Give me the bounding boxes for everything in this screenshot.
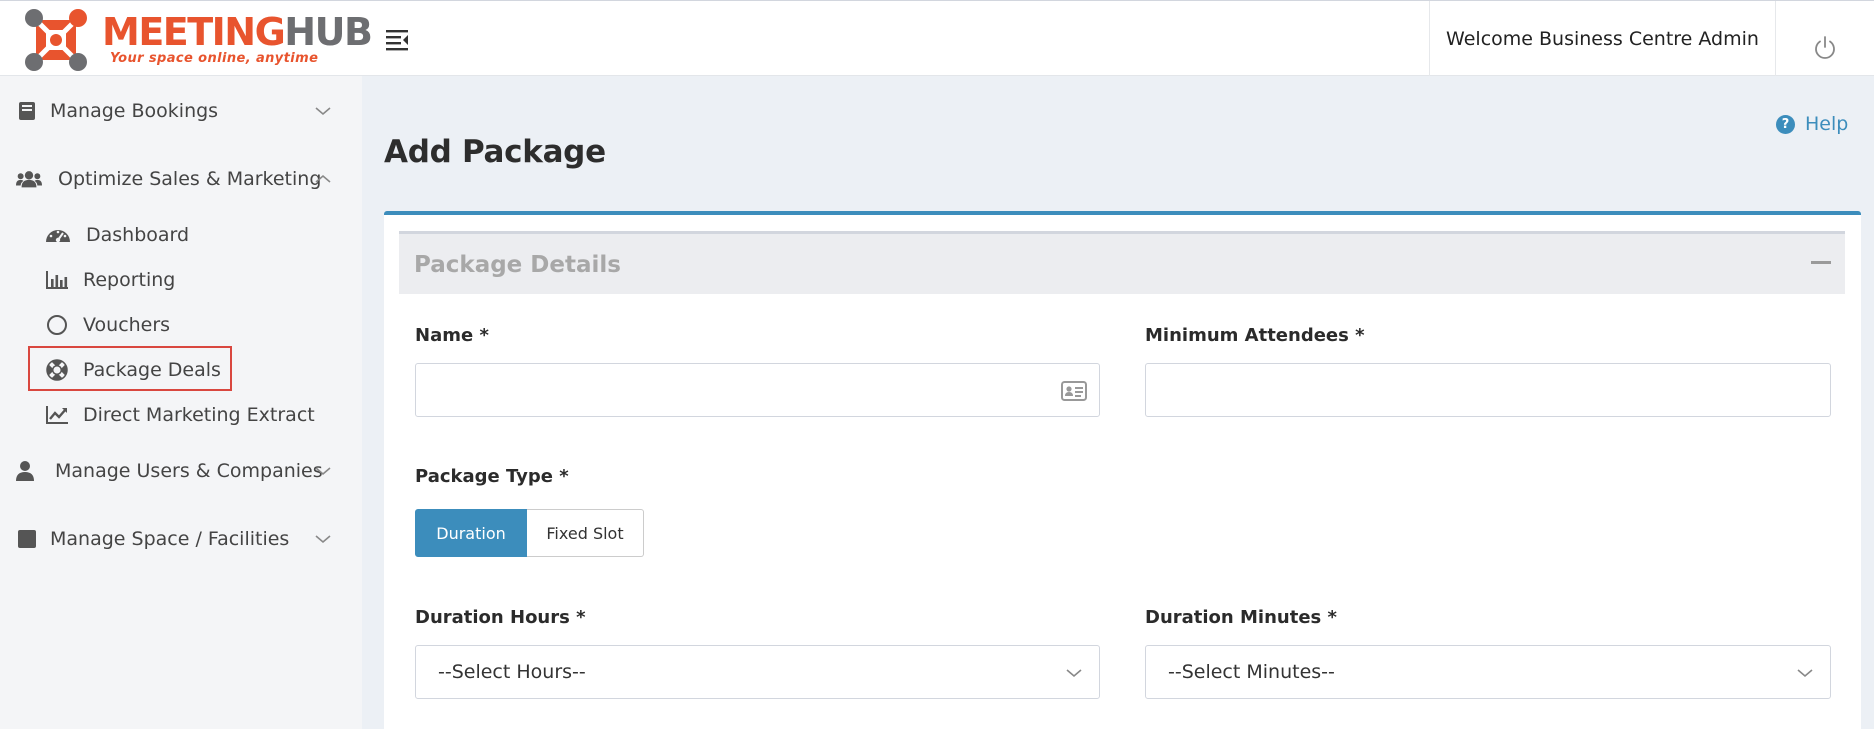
duration-minutes-select[interactable]: --Select Minutes-- xyxy=(1145,645,1831,699)
chevron-up-icon xyxy=(315,174,331,183)
id-card-icon xyxy=(1061,381,1087,401)
section-title: Package Details xyxy=(414,252,621,278)
sidebar-item-label: Optimize Sales & Marketing xyxy=(58,168,322,190)
name-label: Name * xyxy=(415,325,489,346)
sidebar-item-reporting[interactable]: Reporting xyxy=(0,260,362,300)
sidebar-item-vouchers[interactable]: Vouchers xyxy=(0,305,362,345)
duration-minutes-label: Duration Minutes * xyxy=(1145,607,1337,628)
sidebar-item-label: Manage Space / Facilities xyxy=(50,528,290,550)
circle-icon xyxy=(44,314,70,336)
sidebar-item-manage-bookings[interactable]: Manage Bookings xyxy=(0,89,362,133)
line-chart-icon xyxy=(44,404,70,426)
chevron-down-icon xyxy=(1797,669,1813,678)
top-navbar: MEETINGHUB Your space online, anytime We… xyxy=(0,0,1874,76)
help-link[interactable]: ? Help xyxy=(1776,113,1848,135)
square-icon xyxy=(14,528,40,550)
chevron-down-icon xyxy=(315,467,331,476)
duration-hours-value: --Select Hours-- xyxy=(438,661,586,683)
min-attendees-field[interactable] xyxy=(1145,363,1831,417)
chevron-down-icon xyxy=(315,107,331,116)
power-icon[interactable] xyxy=(1812,35,1838,61)
package-type-duration-button[interactable]: Duration xyxy=(415,509,527,557)
package-type-label: Package Type * xyxy=(415,466,569,487)
users-icon xyxy=(16,168,42,190)
package-type-toggle: Duration Fixed Slot xyxy=(415,509,644,557)
sidebar-subitem-label: Package Deals xyxy=(83,359,221,381)
min-attendees-input[interactable] xyxy=(1146,364,1830,416)
sidebar-toggle-icon[interactable] xyxy=(382,27,412,53)
question-circle-icon: ? xyxy=(1776,114,1795,134)
sidebar-subitem-label: Direct Marketing Extract xyxy=(83,404,315,426)
duration-hours-label: Duration Hours * xyxy=(415,607,586,628)
name-field[interactable] xyxy=(415,363,1100,417)
chevron-down-icon xyxy=(315,535,331,544)
sidebar-item-manage-users-companies[interactable]: Manage Users & Companies xyxy=(0,449,362,493)
name-input[interactable] xyxy=(416,364,1099,416)
user-icon xyxy=(12,460,38,482)
welcome-user-label[interactable]: Welcome Business Centre Admin xyxy=(1429,1,1776,76)
sidebar-subitem-label: Reporting xyxy=(83,269,176,291)
duration-hours-select[interactable]: --Select Hours-- xyxy=(415,645,1100,699)
sidebar-item-label: Manage Bookings xyxy=(50,100,219,122)
min-attendees-label: Minimum Attendees * xyxy=(1145,325,1365,346)
chevron-down-icon xyxy=(1066,669,1082,678)
logo-title: MEETINGHUB xyxy=(102,10,373,54)
sidebar-item-direct-marketing-extract[interactable]: Direct Marketing Extract xyxy=(0,395,362,435)
page-title: Add Package xyxy=(384,134,606,170)
sidebar-item-label: Manage Users & Companies xyxy=(55,460,323,482)
help-label: Help xyxy=(1805,113,1849,135)
meetinghub-logo[interactable]: MEETINGHUB Your space online, anytime xyxy=(22,5,373,73)
sidebar-item-optimize-sales-marketing[interactable]: Optimize Sales & Marketing xyxy=(0,157,362,201)
logo-mark-icon xyxy=(25,9,87,71)
sidebar-subitem-label: Vouchers xyxy=(83,314,171,336)
logo-tagline: Your space online, anytime xyxy=(110,51,319,66)
sidebar-subitem-label: Dashboard xyxy=(86,224,190,246)
sidebar-item-package-deals[interactable]: Package Deals xyxy=(0,350,362,390)
collapse-minus-icon[interactable] xyxy=(1811,261,1831,264)
sidebar-item-dashboard[interactable]: Dashboard xyxy=(0,215,362,255)
package-type-fixed-slot-button[interactable]: Fixed Slot xyxy=(527,509,644,557)
sidebar-item-manage-space-facilities[interactable]: Manage Space / Facilities xyxy=(0,517,362,561)
bar-chart-icon xyxy=(44,269,70,291)
card-header: Package Details xyxy=(399,231,1845,294)
tachometer-icon xyxy=(45,224,71,246)
duration-minutes-value: --Select Minutes-- xyxy=(1168,661,1335,683)
life-ring-icon xyxy=(44,359,70,381)
book-icon xyxy=(14,100,40,122)
